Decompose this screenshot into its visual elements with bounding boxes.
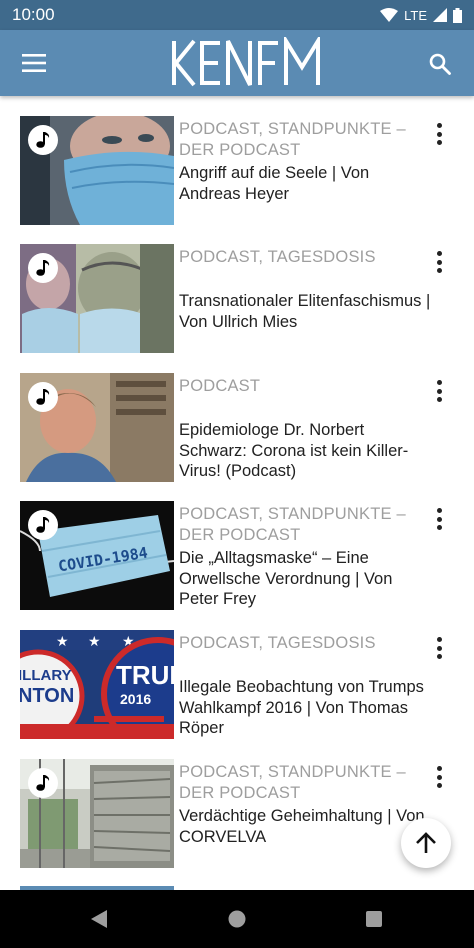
nav-home-button[interactable] bbox=[227, 909, 247, 929]
list-item[interactable]: ★ ★ ★ ILLARY NTON TRUM 2016 PODCAST, TAG… bbox=[0, 630, 474, 758]
article-thumbnail[interactable]: COVID-1984 bbox=[20, 501, 174, 610]
item-title[interactable]: Verdächtige Geheimhaltung | Von CORVELVA bbox=[179, 806, 433, 847]
status-bar: 10:00 LTE bbox=[0, 0, 474, 30]
menu-icon bbox=[22, 54, 46, 72]
more-options-button[interactable] bbox=[428, 764, 450, 790]
podcast-badge bbox=[28, 382, 58, 412]
system-nav-bar bbox=[0, 890, 474, 948]
article-thumbnail[interactable] bbox=[20, 373, 174, 482]
podcast-badge bbox=[28, 253, 58, 283]
music-note-icon bbox=[36, 517, 50, 533]
list-item[interactable]: PODCAST, STANDPUNKTE – DER PODCAST Angri… bbox=[0, 116, 474, 244]
more-options-button[interactable] bbox=[428, 249, 450, 275]
menu-button[interactable] bbox=[18, 50, 50, 76]
svg-text:★: ★ bbox=[88, 633, 101, 649]
item-title[interactable]: Epidemiologe Dr. Norbert Schwarz: Corona… bbox=[179, 420, 433, 482]
arrow-up-icon bbox=[416, 832, 436, 853]
status-icons: LTE bbox=[380, 7, 462, 23]
item-title[interactable]: Illegale Beobachtung von Trumps Wahlkamp… bbox=[179, 677, 433, 739]
battery-icon bbox=[453, 7, 462, 23]
network-type: LTE bbox=[404, 7, 427, 23]
more-options-button[interactable] bbox=[428, 121, 450, 147]
article-feed[interactable]: PODCAST, STANDPUNKTE – DER PODCAST Angri… bbox=[0, 96, 474, 890]
nav-back-icon bbox=[91, 910, 107, 928]
button-text: ILLARY bbox=[20, 667, 72, 684]
item-categories[interactable]: PODCAST, STANDPUNKTE – DER PODCAST bbox=[179, 762, 433, 804]
item-categories[interactable]: PODCAST, STANDPUNKTE – DER PODCAST bbox=[179, 504, 433, 546]
podcast-badge bbox=[28, 768, 58, 798]
item-text[interactable]: PODCAST, STANDPUNKTE – DER PODCAST Angri… bbox=[179, 119, 433, 204]
article-thumbnail[interactable] bbox=[20, 116, 174, 225]
more-options-button[interactable] bbox=[428, 378, 450, 404]
item-title[interactable]: Angriff auf die Seele | Von Andreas Heye… bbox=[179, 163, 433, 204]
podcast-badge bbox=[28, 125, 58, 155]
music-note-icon bbox=[36, 775, 50, 791]
button-text: 2016 bbox=[120, 691, 151, 707]
music-note-icon bbox=[36, 260, 50, 276]
item-categories[interactable]: PODCAST, TAGESDOSIS bbox=[179, 247, 433, 268]
svg-text:★: ★ bbox=[56, 633, 69, 649]
button-text: TRUM bbox=[116, 660, 174, 690]
scroll-to-top-button[interactable] bbox=[401, 818, 451, 868]
podcast-badge bbox=[28, 510, 58, 540]
item-categories[interactable]: PODCAST, STANDPUNKTE – DER PODCAST bbox=[179, 119, 433, 161]
signal-icon bbox=[433, 8, 447, 22]
wifi-icon bbox=[380, 8, 399, 22]
list-item[interactable]: PODCAST, TAGESDOSIS Transnationaler Elit… bbox=[0, 244, 474, 372]
item-text[interactable]: PODCAST Epidemiologe Dr. Norbert Schwarz… bbox=[179, 376, 433, 482]
search-icon bbox=[429, 53, 451, 75]
list-item[interactable]: PODCAST, STANDPUNKTE – DER PODCAST Verdä… bbox=[0, 759, 474, 887]
button-text: NTON bbox=[20, 685, 74, 707]
item-text[interactable]: PODCAST, STANDPUNKTE – DER PODCAST Verdä… bbox=[179, 762, 433, 847]
item-categories[interactable]: PODCAST, TAGESDOSIS bbox=[179, 633, 433, 654]
nav-home-icon bbox=[228, 910, 246, 928]
more-options-button[interactable] bbox=[428, 506, 450, 532]
more-options-button[interactable] bbox=[428, 635, 450, 661]
article-thumbnail[interactable] bbox=[20, 244, 174, 353]
nav-recents-button[interactable] bbox=[364, 909, 384, 929]
item-text[interactable]: PODCAST, TAGESDOSIS Illegale Beobachtung… bbox=[179, 633, 433, 739]
kenfm-logo[interactable] bbox=[172, 37, 324, 89]
search-button[interactable] bbox=[424, 48, 456, 80]
app-bar bbox=[0, 30, 474, 96]
music-note-icon bbox=[36, 389, 50, 405]
article-thumbnail[interactable]: ★ ★ ★ ILLARY NTON TRUM 2016 bbox=[20, 630, 174, 739]
list-item[interactable]: COVID-1984 PODCAST, STANDPUNKTE – DER PO… bbox=[0, 501, 474, 629]
status-time: 10:00 bbox=[12, 5, 55, 24]
nav-recents-icon bbox=[366, 911, 382, 927]
article-thumbnail[interactable] bbox=[20, 759, 174, 868]
item-text[interactable]: PODCAST, STANDPUNKTE – DER PODCAST Die „… bbox=[179, 504, 433, 610]
item-title[interactable]: Transnationaler Elitenfaschismus | Von U… bbox=[179, 291, 433, 332]
item-categories[interactable]: PODCAST bbox=[179, 376, 433, 397]
nav-back-button[interactable] bbox=[89, 909, 109, 929]
list-item[interactable]: PODCAST Epidemiologe Dr. Norbert Schwarz… bbox=[0, 373, 474, 501]
item-text[interactable]: PODCAST, TAGESDOSIS Transnationaler Elit… bbox=[179, 247, 433, 332]
music-note-icon bbox=[36, 132, 50, 148]
item-title[interactable]: Die „Alltagsmaske“ – Eine Orwellsche Ver… bbox=[179, 548, 433, 610]
